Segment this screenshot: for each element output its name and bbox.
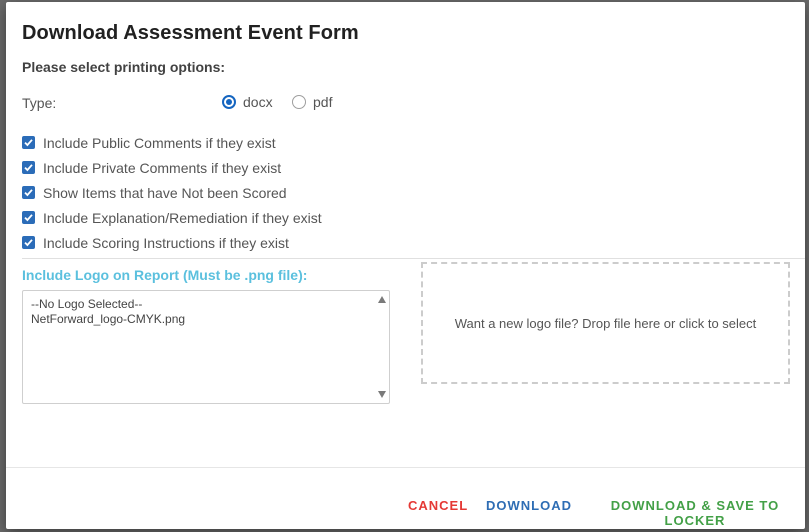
scroll-up-arrow-icon[interactable] <box>378 296 386 303</box>
dialog-title: Download Assessment Event Form <box>22 22 359 44</box>
type-label: Type: <box>22 95 57 111</box>
checkbox-checked-icon <box>22 161 35 174</box>
radio-label-docx: docx <box>243 94 273 110</box>
type-radio-pdf[interactable]: pdf <box>292 94 332 110</box>
checkbox-private-comments[interactable]: Include Private Comments if they exist <box>22 155 322 180</box>
type-radio-docx[interactable]: docx <box>222 94 273 110</box>
logo-dropzone[interactable]: Want a new logo file? Drop file here or … <box>421 262 790 384</box>
checkbox-unscored-items[interactable]: Show Items that have Not been Scored <box>22 180 322 205</box>
radio-label-pdf: pdf <box>313 94 333 110</box>
logo-option[interactable]: --No Logo Selected-- <box>23 297 389 312</box>
download-button[interactable]: DOWNLOAD <box>486 498 572 513</box>
section-divider <box>22 258 805 259</box>
printing-options-heading: Please select printing options: <box>22 59 226 75</box>
download-dialog: Download Assessment Event Form Please se… <box>6 2 805 529</box>
checkbox-checked-icon <box>22 186 35 199</box>
checkbox-checked-icon <box>22 236 35 249</box>
radio-selected-icon <box>222 95 236 109</box>
cancel-button[interactable]: CANCEL <box>408 498 468 513</box>
download-save-to-locker-button[interactable]: DOWNLOAD & SAVE TO LOCKER <box>585 498 805 528</box>
logo-section-label: Include Logo on Report (Must be .png fil… <box>22 267 308 283</box>
scroll-down-arrow-icon[interactable] <box>378 391 386 398</box>
checkbox-checked-icon <box>22 211 35 224</box>
checkbox-label: Include Private Comments if they exist <box>43 159 282 176</box>
footer-divider <box>6 467 805 468</box>
checkbox-explanation-remediation[interactable]: Include Explanation/Remediation if they … <box>22 205 322 230</box>
logo-select-listbox[interactable]: --No Logo Selected-- NetForward_logo-CMY… <box>22 290 390 404</box>
checkbox-label: Include Explanation/Remediation if they … <box>43 209 322 226</box>
radio-unselected-icon <box>292 95 306 109</box>
listbox-scrollbar[interactable] <box>375 291 389 403</box>
checkbox-checked-icon <box>22 136 35 149</box>
checkbox-label: Show Items that have Not been Scored <box>43 184 287 201</box>
checkbox-label: Include Scoring Instructions if they exi… <box>43 234 289 251</box>
dropzone-text: Want a new logo file? Drop file here or … <box>454 315 757 331</box>
logo-option[interactable]: NetForward_logo-CMYK.png <box>23 312 389 327</box>
checkbox-scoring-instructions[interactable]: Include Scoring Instructions if they exi… <box>22 230 322 255</box>
options-checklist: Include Public Comments if they exist In… <box>22 130 322 255</box>
checkbox-public-comments[interactable]: Include Public Comments if they exist <box>22 130 322 155</box>
checkbox-label: Include Public Comments if they exist <box>43 134 276 151</box>
